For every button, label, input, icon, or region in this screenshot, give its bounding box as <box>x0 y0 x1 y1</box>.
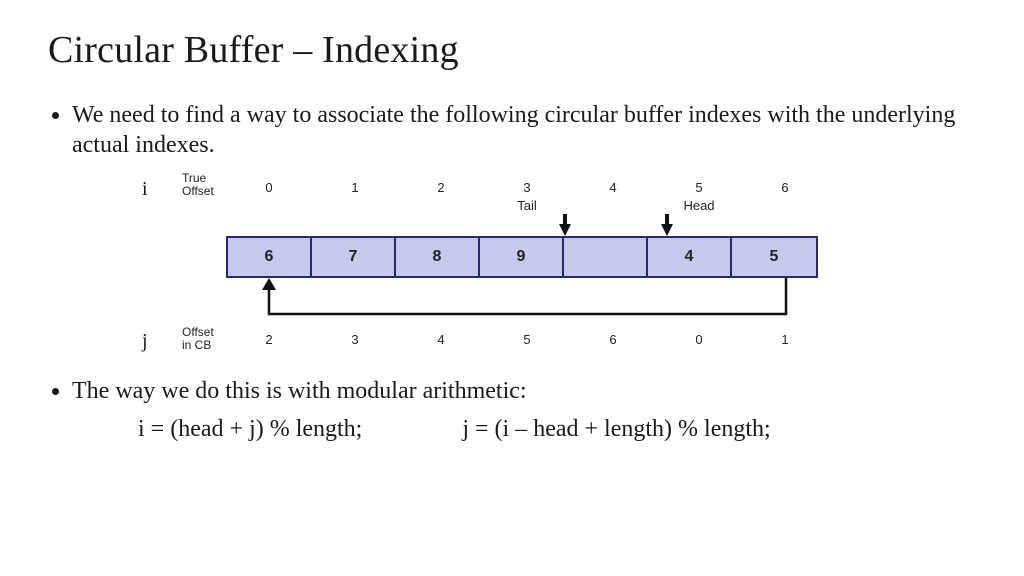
cb-offset-2: 4 <box>431 332 451 347</box>
true-offset-4: 4 <box>603 180 623 195</box>
true-offset-6: 6 <box>775 180 795 195</box>
cb-offset-5: 0 <box>689 332 709 347</box>
head-arrow-icon <box>661 224 673 236</box>
circular-buffer-diagram: i True Offset 0 1 2 3 4 5 6 Tail Head 6 … <box>138 170 908 366</box>
axis-i-symbol: i <box>142 178 148 201</box>
cb-offset-0: 2 <box>259 332 279 347</box>
formula-j: j = (i – head + length) % length; <box>462 416 770 443</box>
buffer-cell-6: 5 <box>732 238 816 276</box>
buffer-cell-3: 9 <box>480 238 564 276</box>
buffer-cell-1: 7 <box>312 238 396 276</box>
bullet-2: The way we do this is with modular arith… <box>72 376 976 406</box>
cb-offset-1: 3 <box>345 332 365 347</box>
tail-arrow-icon <box>559 224 571 236</box>
buffer-cell-4 <box>564 238 648 276</box>
head-label: Head <box>679 198 719 213</box>
true-offset-0: 0 <box>259 180 279 195</box>
true-offset-3: 3 <box>517 180 537 195</box>
buffer-cell-5: 4 <box>648 238 732 276</box>
formula-i: i = (head + j) % length; <box>138 416 362 443</box>
offset-cb-header: Offset in CB <box>182 326 214 351</box>
buffer-cell-2: 8 <box>396 238 480 276</box>
bullet-list: We need to find a way to associate the f… <box>54 100 976 160</box>
true-offset-header: True Offset <box>182 172 214 197</box>
buffer-row: 6 7 8 9 4 5 <box>226 236 818 278</box>
bullet-1: We need to find a way to associate the f… <box>72 100 976 160</box>
true-offset-5: 5 <box>689 180 709 195</box>
axis-j-symbol: j <box>142 330 148 353</box>
slide: Circular Buffer – Indexing We need to fi… <box>0 0 1024 576</box>
cb-offset-3: 5 <box>517 332 537 347</box>
formula-row: i = (head + j) % length; j = (i – head +… <box>48 416 976 443</box>
buffer-cell-0: 6 <box>228 238 312 276</box>
true-offset-1: 1 <box>345 180 365 195</box>
slide-title: Circular Buffer – Indexing <box>48 28 976 72</box>
bullet-list-2: The way we do this is with modular arith… <box>54 376 976 406</box>
tail-label: Tail <box>507 198 547 213</box>
cb-offset-4: 6 <box>603 332 623 347</box>
true-offset-2: 2 <box>431 180 451 195</box>
cb-offset-6: 1 <box>775 332 795 347</box>
